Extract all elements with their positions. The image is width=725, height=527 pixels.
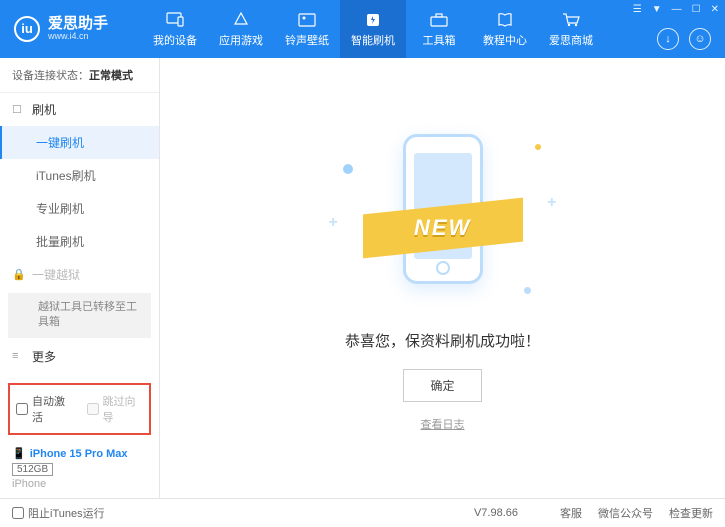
logo-icon: iu <box>14 16 40 42</box>
sidebar-item-other-tools[interactable]: 其他工具 <box>0 373 159 377</box>
main-content: + + NEW 恭喜您，保资料刷机成功啦！ 确定 查看日志 <box>160 58 725 498</box>
sidebar-item-itunes-flash[interactable]: iTunes刷机 <box>0 159 159 192</box>
nav-label: 铃声壁纸 <box>285 32 329 48</box>
device-type: iPhone <box>12 478 147 490</box>
sidebar-item-quick-flash[interactable]: 一键刷机 <box>0 126 159 159</box>
success-message: 恭喜您，保资料刷机成功啦！ <box>345 330 540 351</box>
footer: 阻止iTunes运行 V7.98.66 客服 微信公众号 检查更新 <box>0 498 725 527</box>
phone-icon: ☐ <box>12 103 26 116</box>
sidebar-item-pro-flash[interactable]: 专业刷机 <box>0 192 159 225</box>
image-icon <box>297 11 317 29</box>
sidebar-item-batch-flash[interactable]: 批量刷机 <box>0 225 159 258</box>
support-link[interactable]: 客服 <box>560 505 582 521</box>
checkbox-label: 自动激活 <box>32 393 73 425</box>
close-icon[interactable]: ✕ <box>711 4 719 15</box>
status-value: 正常模式 <box>89 70 133 82</box>
new-ribbon: NEW <box>363 198 523 259</box>
group-label: 一键越狱 <box>32 266 80 283</box>
lock-icon: 🔒 <box>12 268 26 281</box>
minimize-icon[interactable]: — <box>672 4 682 15</box>
jailbreak-note: 越狱工具已转移至工具箱 <box>8 293 151 338</box>
user-button[interactable]: ☺ <box>689 28 711 50</box>
apps-icon <box>231 11 251 29</box>
nav-label: 智能刷机 <box>351 32 395 48</box>
group-label: 更多 <box>32 348 56 365</box>
nav-label: 工具箱 <box>423 32 456 48</box>
cart-icon <box>561 11 581 29</box>
device-name[interactable]: 📱 iPhone 15 Pro Max <box>12 447 147 460</box>
sidebar-group-jailbreak[interactable]: 🔒 一键越狱 <box>0 258 159 291</box>
nav-label: 爱思商城 <box>549 32 593 48</box>
app-url: www.i4.cn <box>48 32 108 42</box>
decor-plus: + <box>547 194 556 212</box>
device-status: 设备连接状态：正常模式 <box>0 58 159 93</box>
block-itunes-checkbox[interactable]: 阻止iTunes运行 <box>12 505 105 521</box>
decor-dot <box>535 144 541 150</box>
decor-dot <box>343 164 353 174</box>
top-nav: 我的设备 应用游戏 铃声壁纸 智能刷机 工具箱 教程中心 爱思商城 <box>142 0 604 58</box>
nav-toolbox[interactable]: 工具箱 <box>406 0 472 58</box>
nav-flash[interactable]: 智能刷机 <box>340 0 406 58</box>
skip-wizard-checkbox[interactable]: 跳过向导 <box>87 393 144 425</box>
version-label: V7.98.66 <box>474 507 518 519</box>
sidebar-group-more[interactable]: ≡ 更多 <box>0 340 159 373</box>
checkbox-label: 阻止iTunes运行 <box>28 505 105 521</box>
decor-plus: + <box>329 214 338 232</box>
flash-icon <box>363 11 383 29</box>
success-illustration: + + NEW <box>373 124 513 304</box>
wechat-link[interactable]: 微信公众号 <box>598 505 653 521</box>
group-label: 刷机 <box>32 101 56 118</box>
nav-store[interactable]: 爱思商城 <box>538 0 604 58</box>
app-header: iu 爱思助手 www.i4.cn 我的设备 应用游戏 铃声壁纸 智能刷机 工具… <box>0 0 725 58</box>
tshirt-icon[interactable]: ▼ <box>652 4 662 15</box>
device-info: 📱 iPhone 15 Pro Max 512GB iPhone <box>0 441 159 498</box>
status-label: 设备连接状态： <box>12 70 89 82</box>
options-row: 自动激活 跳过向导 <box>8 383 151 435</box>
nav-tutorials[interactable]: 教程中心 <box>472 0 538 58</box>
device-icon <box>165 11 185 29</box>
sidebar-group-flash[interactable]: ☐ 刷机 <box>0 93 159 126</box>
nav-my-device[interactable]: 我的设备 <box>142 0 208 58</box>
update-link[interactable]: 检查更新 <box>669 505 713 521</box>
app-title: 爱思助手 <box>48 16 108 33</box>
confirm-button[interactable]: 确定 <box>403 369 481 402</box>
maximize-icon[interactable]: ☐ <box>692 4 701 15</box>
nav-ringtones[interactable]: 铃声壁纸 <box>274 0 340 58</box>
nav-label: 我的设备 <box>153 32 197 48</box>
sidebar: 设备连接状态：正常模式 ☐ 刷机 一键刷机 iTunes刷机 专业刷机 批量刷机… <box>0 58 160 498</box>
nav-label: 教程中心 <box>483 32 527 48</box>
toolbox-icon <box>429 11 449 29</box>
menu-icon[interactable]: ☰ <box>633 4 642 15</box>
nav-label: 应用游戏 <box>219 32 263 48</box>
menu-icon: ≡ <box>12 350 26 362</box>
view-log-link[interactable]: 查看日志 <box>421 416 465 432</box>
checkbox-label: 跳过向导 <box>103 393 144 425</box>
header-actions: ↓ ☺ <box>657 28 711 50</box>
storage-badge: 512GB <box>12 463 53 476</box>
book-icon <box>495 11 515 29</box>
decor-dot <box>524 287 531 294</box>
phone-icon: 📱 <box>12 447 26 460</box>
logo: iu 爱思助手 www.i4.cn <box>0 16 122 42</box>
auto-activate-checkbox[interactable]: 自动激活 <box>16 393 73 425</box>
window-controls: ☰ ▼ — ☐ ✕ <box>633 4 719 15</box>
download-button[interactable]: ↓ <box>657 28 679 50</box>
nav-apps[interactable]: 应用游戏 <box>208 0 274 58</box>
